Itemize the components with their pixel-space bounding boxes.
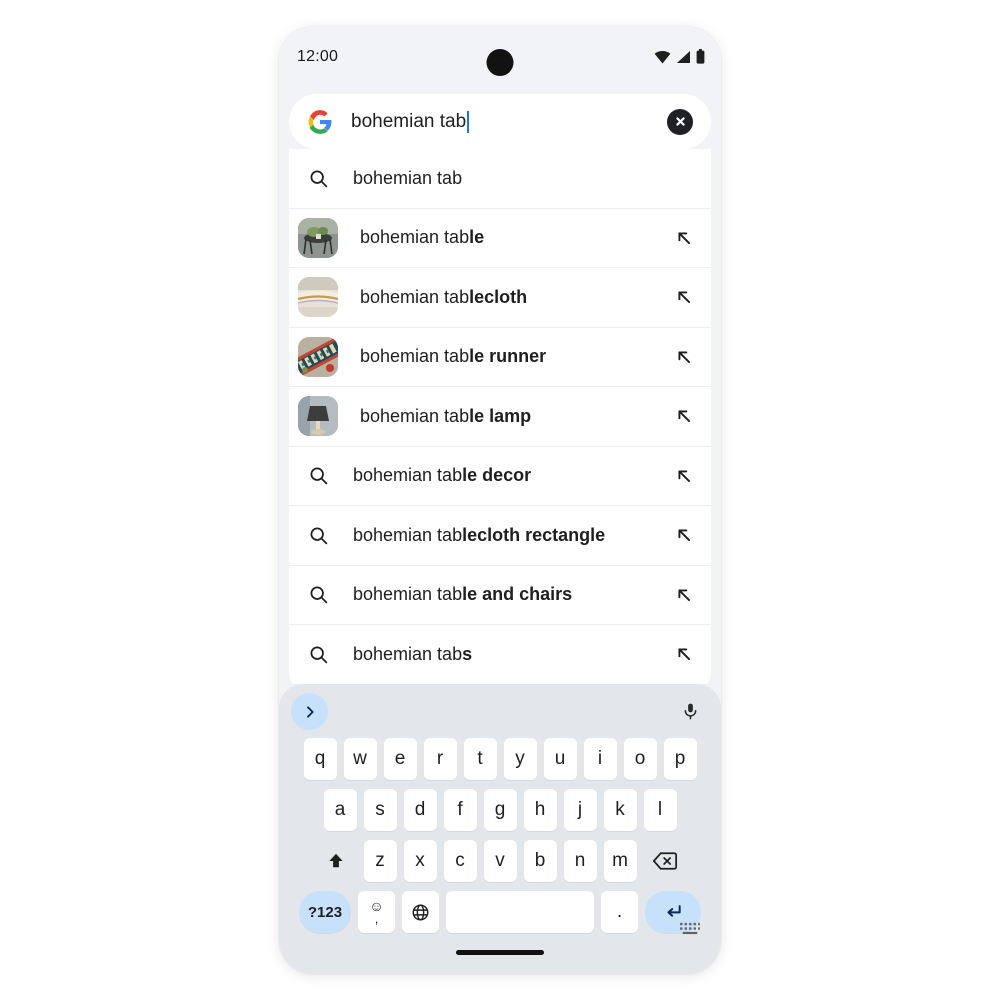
fill-query-icon[interactable] — [673, 405, 695, 427]
key-o[interactable]: o — [623, 738, 657, 780]
suggestion-thumbnail — [298, 336, 338, 377]
fill-query-icon[interactable] — [673, 465, 695, 487]
key-s[interactable]: s — [363, 789, 397, 831]
search-icon — [305, 582, 331, 608]
suggestion-row[interactable]: bohemian tab — [289, 149, 711, 209]
wifi-icon — [654, 50, 671, 69]
suggestion-thumbnail — [298, 277, 338, 318]
chevron-right-icon[interactable] — [291, 693, 328, 730]
suggestion-thumbnail — [298, 396, 338, 437]
home-indicator — [456, 950, 544, 955]
status-bar: 12:00 — [279, 27, 721, 93]
suggestion-label: bohemian tablecloth — [360, 286, 528, 307]
keyboard-row-2: asdfghjkl — [284, 789, 716, 831]
keyboard-row-3: zxcvbnm — [284, 840, 716, 882]
key-a[interactable]: a — [323, 789, 357, 831]
suggestion-list[interactable]: bohemian tab bohemian table bohemian table… — [289, 149, 711, 694]
search-input-value: bohemian tab — [351, 110, 467, 132]
key-w[interactable]: w — [343, 738, 377, 780]
fill-query-icon[interactable] — [673, 346, 695, 368]
key-b[interactable]: b — [523, 840, 557, 882]
fill-query-icon[interactable] — [673, 524, 695, 546]
fill-query-icon[interactable] — [673, 584, 695, 606]
keyboard-toolbar — [279, 684, 721, 738]
keyboard-row-1: qwertyuiop — [284, 738, 716, 780]
suggestion-label: bohemian table decor — [353, 465, 532, 486]
key-r[interactable]: r — [423, 738, 457, 780]
key-k[interactable]: k — [603, 789, 637, 831]
search-icon — [305, 522, 331, 548]
suggestion-row[interactable]: bohemian table decor — [289, 447, 711, 506]
shift-key[interactable] — [315, 840, 357, 882]
key-i[interactable]: i — [583, 738, 617, 780]
search-input[interactable]: bohemian tab — [351, 110, 667, 133]
suggestion-label: bohemian table lamp — [360, 405, 532, 426]
backspace-key[interactable] — [644, 840, 686, 882]
search-bar[interactable]: bohemian tab — [289, 94, 711, 149]
suggestion-label: bohemian table runner — [360, 346, 547, 367]
suggestion-label: bohemian tab — [353, 167, 463, 188]
suggestion-row[interactable]: bohemian table — [289, 209, 711, 268]
key-e[interactable]: e — [383, 738, 417, 780]
suggestion-row[interactable]: bohemian table and chairs — [289, 566, 711, 625]
fill-query-icon[interactable] — [673, 643, 695, 665]
google-g-icon — [307, 109, 333, 135]
key-p[interactable]: p — [663, 738, 697, 780]
camera-dot — [486, 49, 514, 76]
suggestion-row[interactable]: bohemian tabs — [289, 625, 711, 685]
key-l[interactable]: l — [643, 789, 677, 831]
microphone-icon[interactable] — [675, 696, 705, 726]
suggestion-label: bohemian table — [360, 227, 485, 248]
status-icons — [654, 49, 705, 69]
key-f[interactable]: f — [443, 789, 477, 831]
clear-icon[interactable] — [667, 108, 693, 135]
suggestion-label: bohemian table and chairs — [353, 584, 573, 605]
key-y[interactable]: y — [503, 738, 537, 780]
suggestion-label: bohemian tablecloth rectangle — [353, 524, 606, 545]
suggestion-label: bohemian tabs — [353, 643, 473, 664]
key-u[interactable]: u — [543, 738, 577, 780]
key-v[interactable]: v — [483, 840, 517, 882]
signal-icon — [676, 50, 691, 69]
suggestion-row[interactable]: bohemian tablecloth — [289, 268, 711, 328]
key-n[interactable]: n — [563, 840, 597, 882]
key-z[interactable]: z — [363, 840, 397, 882]
key-d[interactable]: d — [403, 789, 437, 831]
suggestion-row[interactable]: bohemian table lamp — [289, 387, 711, 447]
text-caret — [467, 110, 470, 133]
status-time: 12:00 — [297, 48, 339, 65]
key-h[interactable]: h — [523, 789, 557, 831]
key-j[interactable]: j — [563, 789, 597, 831]
keyboard-row-3-letters: zxcvbnm — [363, 840, 637, 882]
key-m[interactable]: m — [603, 840, 637, 882]
screenshot-stage: 12:00 bohemian tab bohemian tab bohemian… — [0, 0, 1000, 1000]
search-icon — [305, 463, 331, 489]
phone-frame: 12:00 bohemian tab bohemian tab bohemian… — [279, 27, 721, 974]
search-icon — [305, 641, 331, 667]
virtual-keyboard[interactable]: qwertyuiop asdfghjkl zxcvbnm ?123 ☺ , . — [279, 684, 721, 974]
suggestion-row[interactable]: bohemian table runner — [289, 328, 711, 387]
key-x[interactable]: x — [403, 840, 437, 882]
battery-icon — [696, 49, 705, 69]
fill-query-icon[interactable] — [673, 227, 695, 249]
key-g[interactable]: g — [483, 789, 517, 831]
search-icon — [305, 165, 331, 191]
key-t[interactable]: t — [463, 738, 497, 780]
keyboard-rows: qwertyuiop asdfghjkl zxcvbnm ?123 ☺ , . — [279, 738, 721, 933]
key-q[interactable]: q — [303, 738, 337, 780]
suggestion-row[interactable]: bohemian tablecloth rectangle — [289, 506, 711, 566]
key-c[interactable]: c — [443, 840, 477, 882]
fill-query-icon[interactable] — [673, 286, 695, 308]
keyboard-hide-icon[interactable] — [679, 922, 701, 940]
navigation-bar — [279, 912, 721, 974]
suggestion-thumbnail — [298, 217, 338, 258]
